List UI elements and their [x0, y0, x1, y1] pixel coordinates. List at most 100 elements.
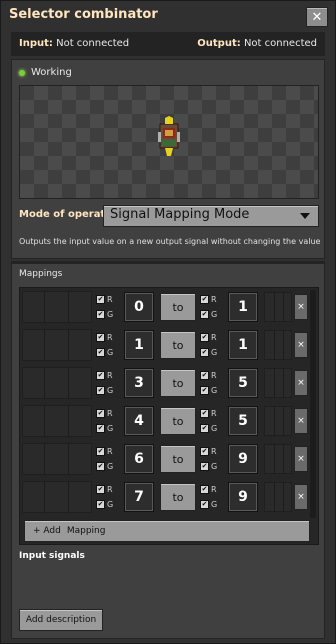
red-wire-checkbox[interactable]: ✔ [200, 371, 209, 380]
to-button[interactable]: to [160, 369, 196, 397]
green-wire-checkbox[interactable]: ✔ [96, 386, 105, 395]
output-wire-toggles: ✔ R ✔ G [200, 292, 222, 322]
output-signal-slots[interactable] [264, 292, 292, 322]
input-status: Not connected [56, 38, 130, 49]
output-signal-slots[interactable] [264, 482, 292, 512]
signal-slots[interactable] [22, 367, 92, 399]
delete-mapping-button[interactable]: × [294, 370, 308, 396]
scrollbar[interactable] [310, 290, 316, 518]
to-value[interactable]: 1 [228, 292, 258, 322]
red-wire-checkbox[interactable]: ✔ [96, 485, 105, 494]
delete-mapping-button[interactable]: × [294, 408, 308, 434]
red-wire-checkbox[interactable]: ✔ [200, 295, 209, 304]
input-wire-toggles: ✔ R ✔ G [96, 330, 118, 360]
to-value[interactable]: 5 [228, 406, 258, 436]
green-wire-label: G [211, 386, 218, 395]
red-wire-checkbox[interactable]: ✔ [96, 371, 105, 380]
red-wire-checkbox[interactable]: ✔ [200, 409, 209, 418]
green-wire-checkbox[interactable]: ✔ [200, 462, 209, 471]
input-wire-toggles: ✔ R ✔ G [96, 292, 118, 322]
delete-mapping-button[interactable]: × [294, 484, 308, 510]
add-mapping-prefix: + Add [33, 526, 61, 536]
add-description-button[interactable]: Add description [19, 609, 103, 631]
from-value[interactable]: 0 [124, 292, 154, 322]
signal-slots[interactable] [22, 481, 92, 513]
from-value[interactable]: 6 [124, 444, 154, 474]
from-value[interactable]: 3 [124, 368, 154, 398]
entity-preview [19, 85, 319, 199]
to-button[interactable]: to [160, 331, 196, 359]
green-wire-label: G [211, 424, 218, 433]
from-value[interactable]: 7 [124, 482, 154, 512]
add-mapping-button[interactable]: + Add Mapping [24, 520, 310, 542]
output-signal-slots[interactable] [264, 406, 292, 436]
green-wire-checkbox[interactable]: ✔ [96, 310, 105, 319]
red-wire-checkbox[interactable]: ✔ [200, 485, 209, 494]
from-value[interactable]: 4 [124, 406, 154, 436]
to-value[interactable]: 5 [228, 368, 258, 398]
signal-slots[interactable] [22, 291, 92, 323]
output-signal-slots[interactable] [264, 330, 292, 360]
add-mapping-label: Mapping [66, 526, 106, 536]
to-value[interactable]: 1 [228, 330, 258, 360]
green-wire-checkbox[interactable]: ✔ [96, 424, 105, 433]
red-wire-checkbox[interactable]: ✔ [200, 447, 209, 456]
red-wire-label: R [211, 409, 217, 418]
to-button[interactable]: to [160, 483, 196, 511]
to-button[interactable]: to [160, 407, 196, 435]
green-wire-checkbox[interactable]: ✔ [200, 310, 209, 319]
green-wire-checkbox[interactable]: ✔ [200, 424, 209, 433]
red-wire-checkbox[interactable]: ✔ [96, 409, 105, 418]
red-wire-label: R [211, 295, 217, 304]
mappings-label: Mappings [19, 269, 63, 279]
red-wire-label: R [211, 485, 217, 494]
green-wire-checkbox[interactable]: ✔ [200, 386, 209, 395]
input-wire-toggles: ✔ R ✔ G [96, 482, 118, 512]
red-wire-label: R [107, 333, 113, 342]
signal-slots[interactable] [22, 405, 92, 437]
to-value[interactable]: 9 [228, 482, 258, 512]
output-wire-toggles: ✔ R ✔ G [200, 444, 222, 474]
output-signal-slots[interactable] [264, 368, 292, 398]
to-button[interactable]: to [160, 293, 196, 321]
from-value[interactable]: 1 [124, 330, 154, 360]
window-title: Selector combinator [9, 7, 158, 22]
output-wire-toggles: ✔ R ✔ G [200, 330, 222, 360]
titlebar[interactable]: Selector combinator ✕ [1, 1, 335, 31]
green-wire-checkbox[interactable]: ✔ [200, 348, 209, 357]
mapping-row: ✔ R ✔ G 4 to ✔ R ✔ G 5 × [20, 404, 308, 438]
mode-dropdown[interactable]: Signal Mapping Mode [103, 205, 319, 227]
red-wire-label: R [107, 295, 113, 304]
red-wire-checkbox[interactable]: ✔ [96, 333, 105, 342]
red-wire-checkbox[interactable]: ✔ [200, 333, 209, 342]
input-connection: Input: Not connected [19, 38, 129, 49]
delete-mapping-button[interactable]: × [294, 294, 308, 320]
chevron-down-icon [300, 213, 310, 219]
red-wire-label: R [211, 371, 217, 380]
red-wire-checkbox[interactable]: ✔ [96, 447, 105, 456]
signal-slots[interactable] [22, 329, 92, 361]
green-wire-label: G [107, 310, 114, 319]
output-signal-slots[interactable] [264, 444, 292, 474]
green-wire-label: G [107, 462, 114, 471]
red-wire-checkbox[interactable]: ✔ [96, 295, 105, 304]
green-wire-label: G [211, 348, 218, 357]
red-wire-label: R [107, 409, 113, 418]
delete-mapping-button[interactable]: × [294, 332, 308, 358]
signal-slots[interactable] [22, 443, 92, 475]
green-wire-label: G [107, 348, 114, 357]
green-wire-checkbox[interactable]: ✔ [96, 500, 105, 509]
mode-selected: Signal Mapping Mode [110, 207, 250, 222]
green-wire-label: G [211, 500, 218, 509]
output-label: Output: [197, 38, 241, 49]
close-button[interactable]: ✕ [306, 7, 328, 27]
delete-mapping-button[interactable]: × [294, 446, 308, 472]
to-value[interactable]: 9 [228, 444, 258, 474]
green-wire-checkbox[interactable]: ✔ [96, 348, 105, 357]
io-connection-bar: Input: Not connected Output: Not connect… [11, 32, 325, 56]
status-indicator: Working [19, 67, 72, 78]
to-button[interactable]: to [160, 445, 196, 473]
green-wire-checkbox[interactable]: ✔ [96, 462, 105, 471]
output-status: Not connected [243, 38, 317, 49]
green-wire-checkbox[interactable]: ✔ [200, 500, 209, 509]
